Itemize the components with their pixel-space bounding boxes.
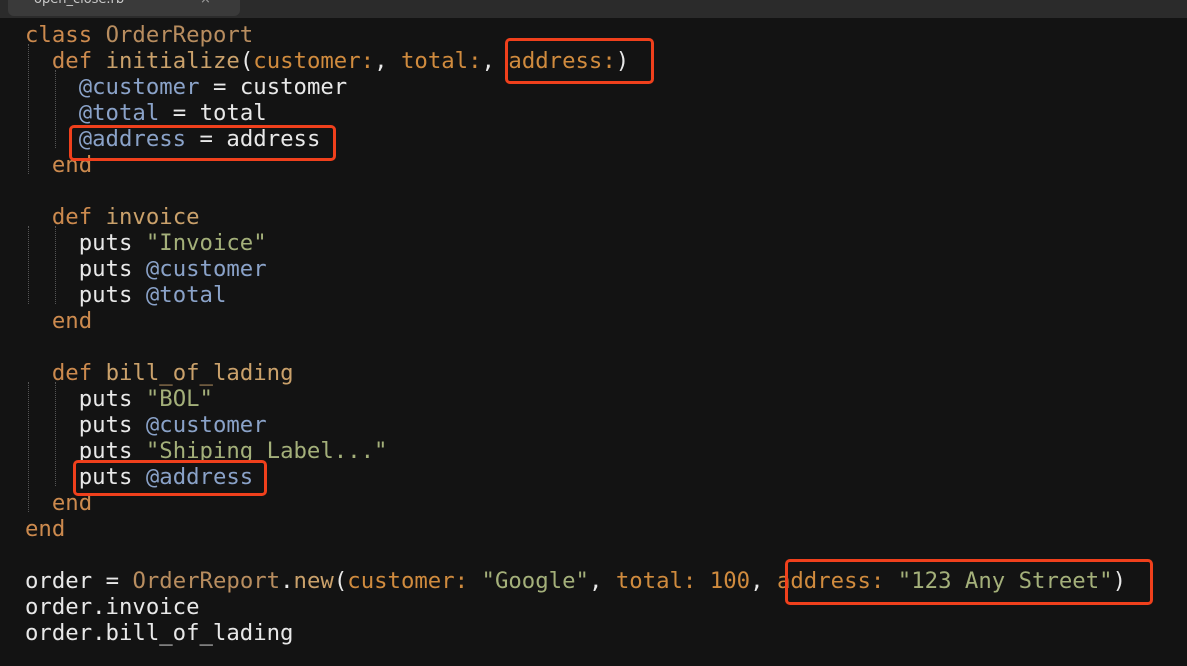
instance-var: @total bbox=[78, 100, 160, 126]
comma: , bbox=[374, 48, 388, 74]
code-line: class OrderReport bbox=[25, 22, 253, 48]
string-literal: "BOL" bbox=[145, 386, 213, 412]
code-line: order.bill_of_lading bbox=[25, 620, 293, 646]
identifier: customer bbox=[239, 74, 348, 100]
keyword: end bbox=[25, 516, 66, 542]
instance-var: @customer bbox=[78, 74, 200, 100]
comma: , bbox=[481, 48, 495, 74]
instance-var: @total bbox=[145, 282, 227, 308]
method-call: puts bbox=[78, 256, 133, 282]
method-call: puts bbox=[78, 230, 133, 256]
class-name: OrderReport bbox=[132, 568, 281, 594]
method-call: puts bbox=[78, 412, 133, 438]
highlight-box-puts-address bbox=[73, 460, 267, 496]
identifier: order bbox=[25, 568, 93, 594]
highlight-box-address-param bbox=[505, 38, 654, 84]
code-line: @customer = customer bbox=[25, 74, 348, 100]
code-line: @total = total bbox=[25, 100, 267, 126]
file-tab[interactable]: open_close.rb × bbox=[8, 0, 240, 16]
editor-window: open_close.rb × class OrderReport def in… bbox=[0, 0, 1187, 666]
code-line: puts @customer bbox=[25, 412, 267, 438]
code-line: end bbox=[25, 308, 92, 334]
method-name: initialize bbox=[105, 48, 240, 74]
close-icon[interactable]: × bbox=[200, 0, 211, 8]
paren: ( bbox=[333, 568, 348, 594]
method-name: bill_of_lading bbox=[105, 360, 294, 386]
param: total: bbox=[400, 48, 482, 74]
method-call: order.bill_of_lading bbox=[25, 620, 294, 646]
keyword: def bbox=[51, 204, 93, 230]
method-name: new bbox=[293, 568, 334, 594]
operator: = bbox=[172, 100, 187, 126]
method-call: puts bbox=[78, 282, 133, 308]
operator: = bbox=[105, 568, 119, 594]
string-literal: "Google" bbox=[481, 568, 589, 594]
code-line: puts "BOL" bbox=[25, 386, 213, 412]
code-line: end bbox=[25, 516, 65, 542]
keyword-arg: customer: bbox=[347, 568, 469, 594]
instance-var: @customer bbox=[145, 256, 267, 282]
comma: , bbox=[750, 568, 764, 594]
keyword: class bbox=[25, 22, 93, 48]
param: customer: bbox=[253, 48, 375, 74]
instance-var: @customer bbox=[145, 412, 267, 438]
code-editor[interactable]: class OrderReport def initialize(custome… bbox=[0, 18, 1187, 666]
comma: , bbox=[588, 568, 603, 594]
operator: = bbox=[212, 74, 227, 100]
keyword-arg: total: bbox=[615, 568, 697, 594]
tab-bar: open_close.rb × bbox=[0, 0, 1187, 18]
keyword: def bbox=[51, 48, 93, 74]
code-line: puts @customer bbox=[25, 256, 267, 282]
method-name: invoice bbox=[105, 204, 200, 230]
keyword: end bbox=[51, 308, 93, 334]
highlight-box-address-assign bbox=[69, 125, 336, 161]
code-line: def bill_of_lading bbox=[25, 360, 294, 386]
number-literal: 100 bbox=[709, 568, 751, 594]
method-call: order.invoice bbox=[25, 594, 200, 620]
code-line: puts @total bbox=[25, 282, 227, 308]
code-line: order.invoice bbox=[25, 594, 200, 620]
paren: ( bbox=[239, 48, 254, 74]
dot: . bbox=[280, 568, 294, 594]
identifier: total bbox=[199, 100, 267, 126]
code-line: puts "Invoice" bbox=[25, 230, 267, 256]
highlight-box-address-arg bbox=[785, 559, 1153, 605]
keyword: def bbox=[51, 360, 93, 386]
method-call: puts bbox=[78, 386, 133, 412]
code-line: def invoice bbox=[25, 204, 200, 230]
class-name: OrderReport bbox=[105, 22, 254, 48]
string-literal: "Invoice" bbox=[145, 230, 267, 256]
file-tab-label: open_close.rb bbox=[34, 0, 124, 8]
